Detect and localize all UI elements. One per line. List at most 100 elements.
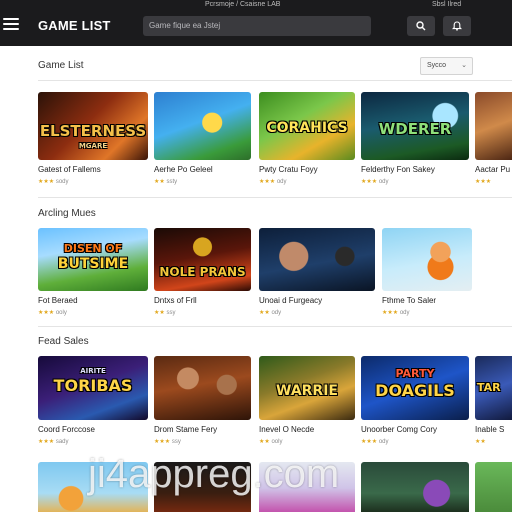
rating-stars: ★★★ <box>475 179 492 185</box>
notifications-icon <box>452 21 462 31</box>
top-links: Pcrsmoje / Csaisne LAB Sbsl Ilred <box>0 1 512 11</box>
game-card[interactable]: WDERER Felderthy Fon Sakey ★★★ ody <box>361 92 469 192</box>
game-card[interactable]: WARRIE Inevel O Necde ★★ ooly <box>259 356 355 450</box>
game-thumbnail: NOLE PRANS <box>154 228 251 291</box>
game-card[interactable]: Fthme To Saler ★★★ ody <box>382 228 472 320</box>
menu-icon[interactable] <box>3 18 19 30</box>
rating-stars: ★★★ <box>38 310 55 316</box>
game-art-title: WDERER <box>378 120 452 138</box>
game-title[interactable]: Fthme To Saler <box>382 296 436 305</box>
top-links-center[interactable]: Pcrsmoje / Csaisne LAB <box>205 1 280 8</box>
search-button[interactable] <box>407 16 435 36</box>
section-title-arcling-mues: Arcling Mues <box>38 208 96 219</box>
game-art-title: TAR <box>477 381 501 394</box>
game-rating: ★★ ooly <box>259 438 282 445</box>
game-art-title: DOAGILS <box>375 381 455 400</box>
rating-stars: ★★★ <box>38 439 55 445</box>
game-rating: ★★ ssty <box>154 178 177 185</box>
game-art-title: NOLE PRANS <box>159 265 246 279</box>
game-card[interactable]: ELSTERNESS MGARE Gatest of Fallems ★★★ s… <box>38 92 148 192</box>
game-title[interactable]: Unoai d Furgeacy <box>259 296 322 305</box>
rating-stars: ★★ <box>154 310 165 316</box>
game-rating: ★★★ ody <box>361 178 389 185</box>
game-art-subtitle: AIRITE <box>80 367 106 375</box>
game-title[interactable]: Inevel O Necde <box>259 425 314 434</box>
game-thumbnail <box>361 462 469 512</box>
game-art-title: ELSTERNESS <box>39 122 147 140</box>
game-title[interactable]: Felderthy Fon Sakey <box>361 165 435 174</box>
rating-stars: ★★★ <box>259 179 276 185</box>
game-title[interactable]: Inable S <box>475 425 504 434</box>
rating-text: sody <box>55 179 69 185</box>
game-thumbnail: DISEN OF BUTSIME <box>38 228 148 291</box>
rating-stars: ★★★ <box>361 439 378 445</box>
top-links-right[interactable]: Sbsl Ilred <box>432 1 461 8</box>
game-thumbnail <box>475 92 512 160</box>
game-card[interactable]: CORAHICS Pwty Cratu Foyy ★★★ ody <box>259 92 355 192</box>
game-art-subtitle: MGARE <box>78 142 108 150</box>
game-rating: ★★★ ody <box>259 178 287 185</box>
game-art-subtitle: BUTSIME <box>57 256 129 272</box>
rating-stars: ★★ <box>154 179 165 185</box>
game-card[interactable] <box>475 462 512 512</box>
game-title[interactable]: Unoorber Comg Cory <box>361 425 437 434</box>
chevron-down-icon: ⌄ <box>461 62 467 69</box>
game-card[interactable] <box>38 462 148 512</box>
game-thumbnail <box>259 228 375 291</box>
top-bar: Pcrsmoje / Csaisne LAB Sbsl Ilred GAME L… <box>0 0 512 46</box>
game-rating: ★★★ ody <box>382 309 410 316</box>
game-thumbnail <box>154 462 251 512</box>
game-title[interactable]: Drom Stame Fery <box>154 425 217 434</box>
game-card[interactable] <box>154 462 251 512</box>
game-thumbnail: WARRIE <box>259 356 355 420</box>
rating-text: ody <box>271 310 282 316</box>
game-thumbnail: PARTY DOAGILS <box>361 356 469 420</box>
game-card[interactable]: Unoai d Furgeacy ★★ ody <box>259 228 375 320</box>
game-title[interactable]: Aerhe Po Geleel <box>154 165 213 174</box>
game-card[interactable]: PARTY DOAGILS Unoorber Comg Cory ★★★ ody <box>361 356 469 450</box>
game-rating: ★★★ ody <box>361 438 389 445</box>
brand-title[interactable]: GAME LIST <box>38 18 111 33</box>
search-input[interactable]: Game fique ea Jstej <box>143 16 371 36</box>
rating-text: ssy <box>166 310 176 316</box>
sort-dropdown[interactable]: Sycco ⌄ <box>420 57 473 75</box>
game-card[interactable]: NOLE PRANS Dntxs of Frll ★★ ssy <box>154 228 251 320</box>
rating-stars: ★★ <box>475 439 486 445</box>
game-card[interactable] <box>259 462 355 512</box>
rating-stars: ★★★ <box>361 179 378 185</box>
rating-stars: ★★ <box>259 310 270 316</box>
game-art-title: TORIBAS <box>53 376 133 395</box>
game-thumbnail: TAR <box>475 356 512 420</box>
game-title[interactable]: Gatest of Fallems <box>38 165 101 174</box>
game-title[interactable]: Dntxs of Frll <box>154 296 197 305</box>
rating-text: sady <box>55 439 69 445</box>
game-title[interactable]: Aactar Pu <box>475 165 510 174</box>
notifications-button[interactable] <box>443 16 471 36</box>
game-rating: ★★★ ssy <box>154 438 181 445</box>
rating-stars: ★★★ <box>382 310 399 316</box>
rating-text: ody <box>276 179 287 185</box>
game-title[interactable]: Fot Beraed <box>38 296 78 305</box>
section-title-fead-sales: Fead Sales <box>38 336 89 347</box>
game-title[interactable]: Coord Forccose <box>38 425 95 434</box>
divider <box>38 80 512 81</box>
rating-text: ody <box>378 439 389 445</box>
game-art-subtitle: PARTY <box>395 367 435 380</box>
game-card[interactable] <box>361 462 469 512</box>
game-card[interactable]: Drom Stame Fery ★★★ ssy <box>154 356 251 450</box>
game-thumbnail <box>382 228 472 291</box>
game-card[interactable]: DISEN OF BUTSIME Fot Beraed ★★★ ooly <box>38 228 148 320</box>
game-card[interactable]: AIRITE TORIBAS Coord Forccose ★★★ sady <box>38 356 148 450</box>
game-title[interactable]: Pwty Cratu Foyy <box>259 165 318 174</box>
game-art-title: WARRIE <box>276 383 338 399</box>
rating-text: ssty <box>166 179 178 185</box>
rating-stars: ★★ <box>259 439 270 445</box>
rating-stars: ★★★ <box>38 179 55 185</box>
game-thumbnail <box>38 462 148 512</box>
game-thumbnail <box>259 462 355 512</box>
game-thumbnail: WDERER <box>361 92 469 160</box>
game-card[interactable]: TAR Inable S ★★ <box>475 356 512 450</box>
game-card[interactable]: Aerhe Po Geleel ★★ ssty <box>154 92 251 192</box>
game-card[interactable]: Aactar Pu ★★★ <box>475 92 512 192</box>
game-rating: ★★★ <box>475 178 491 185</box>
